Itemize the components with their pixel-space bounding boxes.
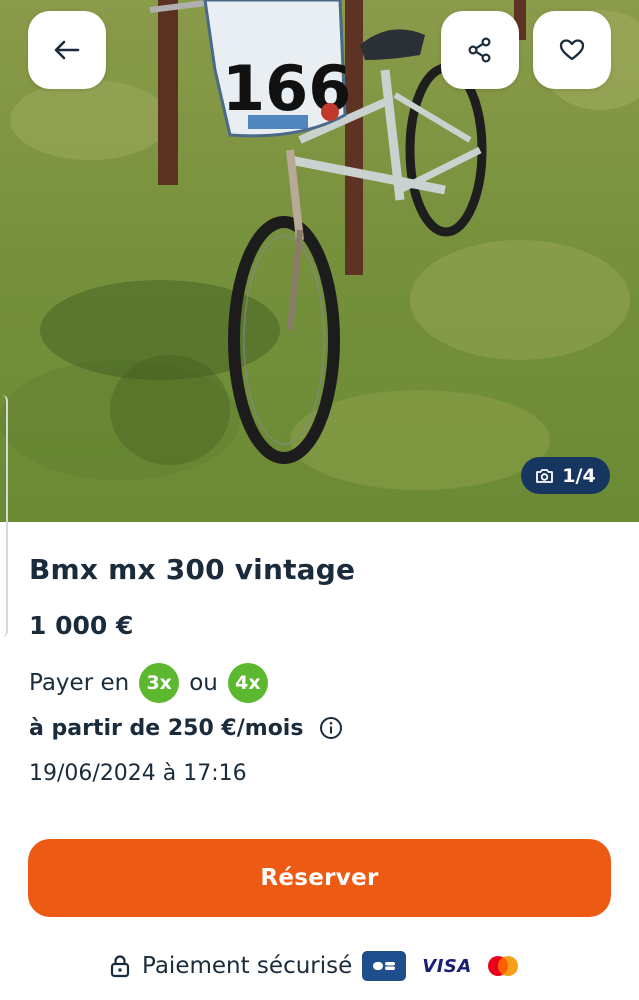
favorite-button[interactable] <box>533 11 611 89</box>
listing-photo[interactable]: 166 1/4 <box>0 0 639 522</box>
reserve-button[interactable]: Réserver <box>28 839 611 917</box>
listing-date: 19/06/2024 à 17:16 <box>29 761 247 786</box>
installment-separator: ou <box>189 670 218 696</box>
info-icon <box>320 717 343 739</box>
mastercard-logo <box>486 955 520 977</box>
heart-icon <box>559 39 585 61</box>
installment-prefix: Payer en <box>29 670 130 696</box>
secure-payment-label: Paiement sécurisé <box>142 953 353 979</box>
monthly-price-text: à partir de 250 €/mois <box>29 715 304 741</box>
side-panel-handle[interactable] <box>0 395 8 637</box>
share-button[interactable] <box>441 11 519 89</box>
photo-counter[interactable]: 1/4 <box>521 457 610 494</box>
cb-card-logo <box>362 951 407 981</box>
installment-4x-badge[interactable]: 4x <box>227 663 268 703</box>
camera-icon <box>536 468 554 483</box>
listing-price: 1 000 € <box>29 611 134 640</box>
installment-options: Payer en 3x ou 4x <box>29 663 278 703</box>
info-button[interactable] <box>319 716 343 740</box>
back-button[interactable] <box>28 11 106 89</box>
arrow-left-icon <box>54 40 80 60</box>
listing-title: Bmx mx 300 vintage <box>29 553 356 586</box>
monthly-price: à partir de 250 €/mois <box>29 709 343 747</box>
lock-icon <box>110 954 130 978</box>
reserve-button-label: Réserver <box>260 865 379 891</box>
installment-3x-badge[interactable]: 3x <box>139 663 180 703</box>
visa-card-logo: VISA <box>422 955 472 977</box>
photo-counter-text: 1/4 <box>562 464 596 487</box>
secure-payment: Paiement sécurisé VISA <box>110 948 520 984</box>
share-icon <box>468 37 491 63</box>
